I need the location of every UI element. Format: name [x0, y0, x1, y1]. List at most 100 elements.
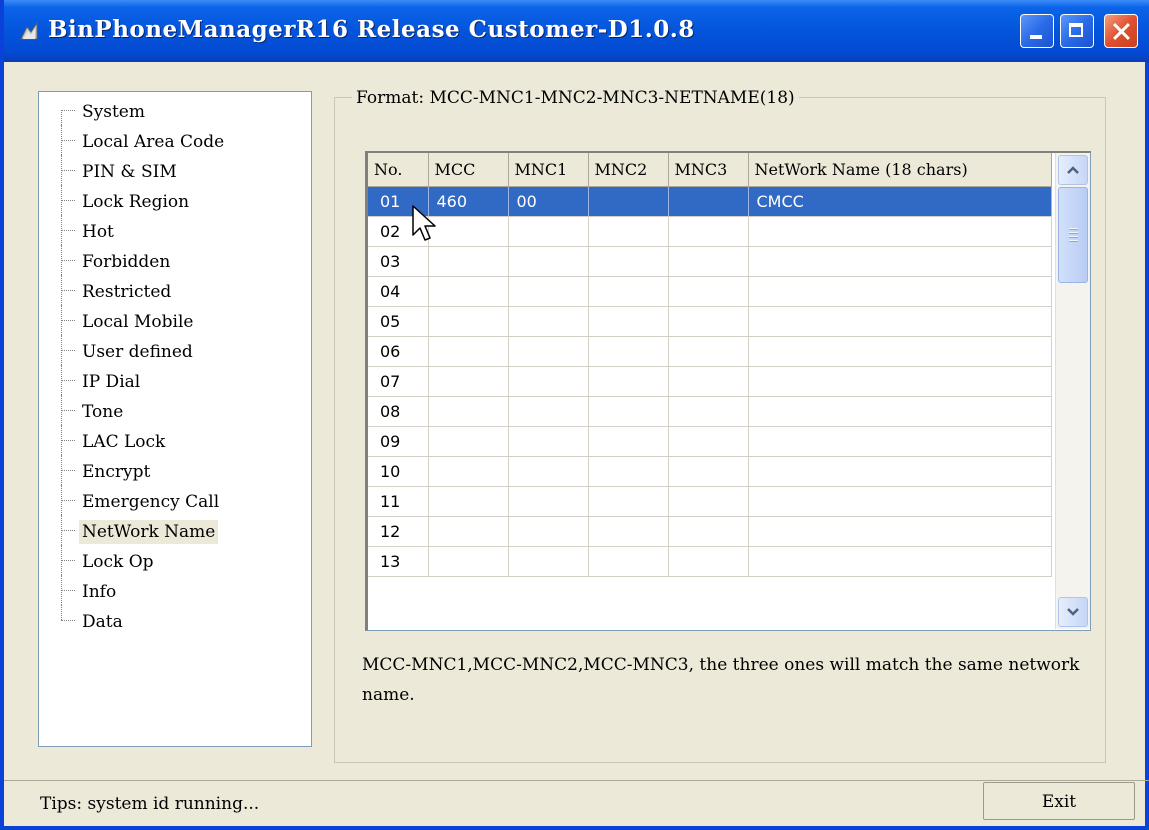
cell-mnc3[interactable]: [668, 516, 749, 547]
cell-name[interactable]: [748, 426, 1052, 457]
cell-mnc1[interactable]: [508, 246, 589, 277]
table-row[interactable]: 11: [368, 486, 1052, 517]
cell-name[interactable]: [748, 546, 1052, 577]
cell-mnc3[interactable]: [668, 216, 749, 247]
scroll-up-button[interactable]: [1058, 155, 1088, 185]
cell-name[interactable]: [748, 336, 1052, 367]
cell-mcc[interactable]: [428, 546, 509, 577]
cell-mnc2[interactable]: [588, 216, 669, 247]
cell-mnc3[interactable]: [668, 396, 749, 427]
cell-mnc3[interactable]: [668, 486, 749, 517]
cell-mcc[interactable]: [428, 246, 509, 277]
tree-item-hot[interactable]: Hot: [39, 215, 227, 250]
cell-mnc3[interactable]: [668, 186, 749, 217]
cell-name[interactable]: [748, 246, 1052, 277]
cell-no[interactable]: 03: [368, 246, 429, 277]
cell-no[interactable]: 07: [368, 366, 429, 397]
cell-no[interactable]: 05: [368, 306, 429, 337]
column-header[interactable]: MNC3: [668, 153, 749, 187]
tree-item-system[interactable]: System: [39, 100, 227, 130]
table-row[interactable]: 04: [368, 276, 1052, 307]
cell-mcc[interactable]: [428, 306, 509, 337]
cell-mnc2[interactable]: [588, 276, 669, 307]
cell-mnc2[interactable]: [588, 486, 669, 517]
cell-mnc1[interactable]: [508, 456, 589, 487]
cell-mnc3[interactable]: [668, 276, 749, 307]
tree-item-network-name[interactable]: NetWork Name: [39, 515, 227, 550]
table-row[interactable]: 03: [368, 246, 1052, 277]
category-tree[interactable]: System Local Area Code PIN & SIM Lock Regio…: [38, 91, 312, 747]
cell-mnc3[interactable]: [668, 456, 749, 487]
cell-name[interactable]: CMCC: [748, 186, 1052, 217]
cell-mnc3[interactable]: [668, 426, 749, 457]
table-row[interactable]: 05: [368, 306, 1052, 337]
tree-item-forbidden[interactable]: Forbidden: [39, 245, 227, 280]
scroll-thumb[interactable]: [1058, 187, 1088, 283]
close-button[interactable]: [1104, 14, 1138, 48]
cell-mcc[interactable]: [428, 486, 509, 517]
cell-no[interactable]: 11: [368, 486, 429, 517]
cell-mnc2[interactable]: [588, 396, 669, 427]
cell-mnc1[interactable]: [508, 336, 589, 367]
cell-no[interactable]: 10: [368, 456, 429, 487]
cell-mnc1[interactable]: [508, 366, 589, 397]
tree-item-emergency-call[interactable]: Emergency Call: [39, 485, 227, 520]
cell-mnc1[interactable]: 00: [508, 186, 589, 217]
column-header[interactable]: MNC1: [508, 153, 589, 187]
cell-name[interactable]: [748, 456, 1052, 487]
cell-no[interactable]: 06: [368, 336, 429, 367]
tree-item-restricted[interactable]: Restricted: [39, 275, 227, 310]
table-row[interactable]: 12: [368, 516, 1052, 547]
tree-item-ip-dial[interactable]: IP Dial: [39, 365, 227, 400]
cell-name[interactable]: [748, 306, 1052, 337]
column-header[interactable]: No.: [368, 153, 429, 187]
cell-mcc[interactable]: [428, 216, 509, 247]
tree-item-lock-op[interactable]: Lock Op: [39, 545, 227, 580]
cell-mnc3[interactable]: [668, 336, 749, 367]
cell-name[interactable]: [748, 366, 1052, 397]
cell-mnc1[interactable]: [508, 276, 589, 307]
cell-mnc2[interactable]: [588, 336, 669, 367]
cell-mnc1[interactable]: [508, 306, 589, 337]
exit-button[interactable]: Exit: [983, 782, 1135, 820]
vertical-scrollbar[interactable]: [1055, 153, 1090, 629]
cell-no[interactable]: 12: [368, 516, 429, 547]
cell-mnc2[interactable]: [588, 456, 669, 487]
cell-mnc2[interactable]: [588, 516, 669, 547]
cell-mcc[interactable]: [428, 276, 509, 307]
cell-no[interactable]: 13: [368, 546, 429, 577]
cell-mnc3[interactable]: [668, 246, 749, 277]
column-header[interactable]: NetWork Name (18 chars): [748, 153, 1052, 187]
table-row[interactable]: 07: [368, 366, 1052, 397]
cell-mcc[interactable]: [428, 336, 509, 367]
title-bar[interactable]: BinPhoneManagerR16 Release Customer-D1.0…: [4, 0, 1149, 62]
cell-mnc3[interactable]: [668, 546, 749, 577]
table-row[interactable]: 09: [368, 426, 1052, 457]
tree-item-tone[interactable]: Tone: [39, 395, 227, 430]
tree-item-lac-lock[interactable]: LAC Lock: [39, 425, 227, 460]
cell-mnc1[interactable]: [508, 216, 589, 247]
tree-item-encrypt[interactable]: Encrypt: [39, 455, 227, 490]
cell-mnc1[interactable]: [508, 546, 589, 577]
cell-name[interactable]: [748, 276, 1052, 307]
cell-mnc2[interactable]: [588, 186, 669, 217]
cell-name[interactable]: [748, 516, 1052, 547]
table-row[interactable]: 06: [368, 336, 1052, 367]
cell-mnc1[interactable]: [508, 396, 589, 427]
cell-mnc2[interactable]: [588, 246, 669, 277]
cell-mnc2[interactable]: [588, 306, 669, 337]
table-row[interactable]: 13: [368, 546, 1052, 577]
cell-mnc1[interactable]: [508, 426, 589, 457]
cell-mnc3[interactable]: [668, 366, 749, 397]
cell-name[interactable]: [748, 396, 1052, 427]
column-header[interactable]: MCC: [428, 153, 509, 187]
tree-item-lock-region[interactable]: Lock Region: [39, 185, 227, 220]
table-row[interactable]: 01 460 00 CMCC: [368, 186, 1052, 217]
network-name-grid[interactable]: No. MCC MNC1 MNC2 MNC3 NetWork Name (18 chars…: [365, 151, 1091, 631]
tree-item-local-area-code[interactable]: Local Area Code: [39, 125, 227, 160]
cell-mcc[interactable]: 460: [428, 186, 509, 217]
cell-mnc2[interactable]: [588, 366, 669, 397]
tree-item-user-defined[interactable]: User defined: [39, 335, 227, 370]
table-row[interactable]: 08: [368, 396, 1052, 427]
table-row[interactable]: 10: [368, 456, 1052, 487]
